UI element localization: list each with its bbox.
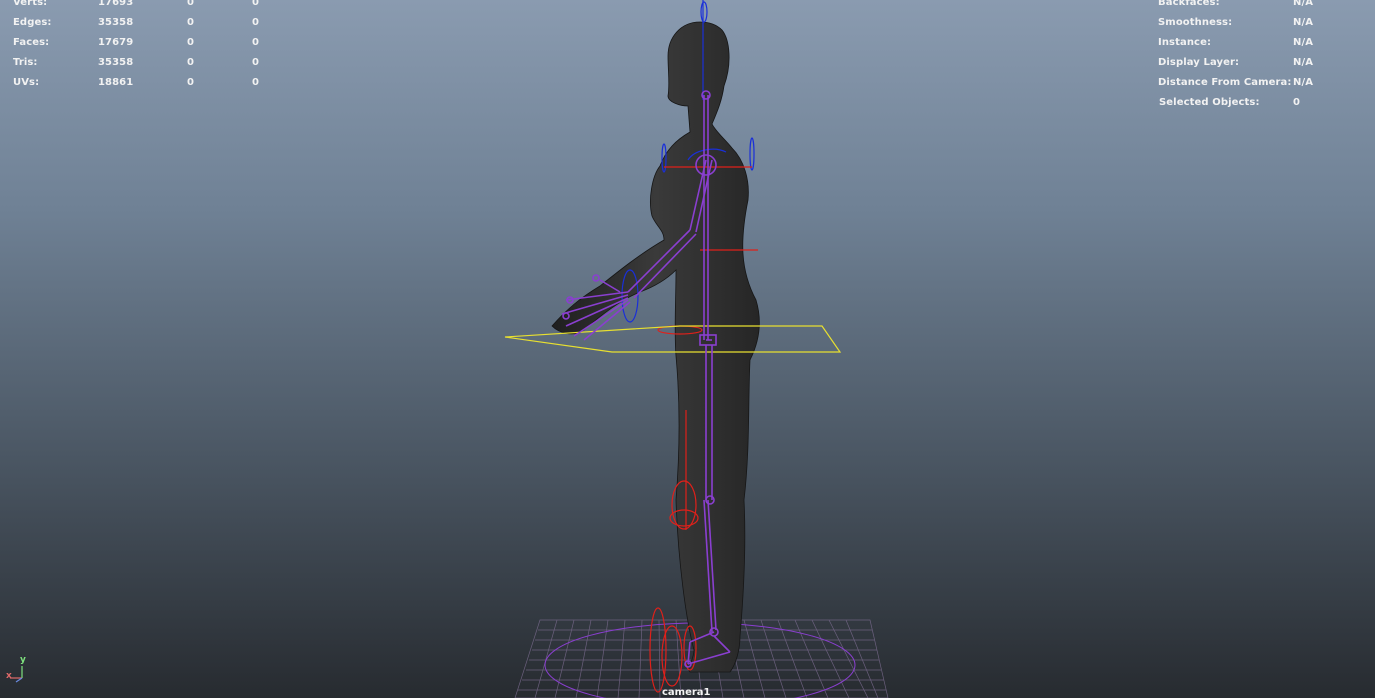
hud-value: 0 bbox=[1293, 97, 1301, 108]
hud-label: Selected Objects: bbox=[1159, 97, 1260, 108]
hud-value: N/A bbox=[1293, 37, 1314, 48]
hud-value: N/A bbox=[1293, 0, 1314, 8]
hud-label: Smoothness: bbox=[1158, 17, 1233, 28]
hud-label: Display Layer: bbox=[1158, 57, 1240, 68]
axis-x-label: x bbox=[6, 671, 12, 681]
camera-name-label: camera1 bbox=[662, 687, 711, 698]
hud-label: Backfaces: bbox=[1158, 0, 1220, 8]
object-details-hud: Backfaces: N/A Smoothness: N/A Instance:… bbox=[0, 0, 1375, 120]
axis-y-label: y bbox=[20, 655, 26, 665]
cog-control-plane[interactable] bbox=[504, 325, 842, 353]
hud-label: Instance: bbox=[1158, 37, 1212, 48]
hud-label: Distance From Camera: bbox=[1158, 77, 1292, 88]
hud-value: N/A bbox=[1293, 17, 1314, 28]
hud-value: N/A bbox=[1293, 57, 1314, 68]
hud-value: N/A bbox=[1293, 77, 1314, 88]
